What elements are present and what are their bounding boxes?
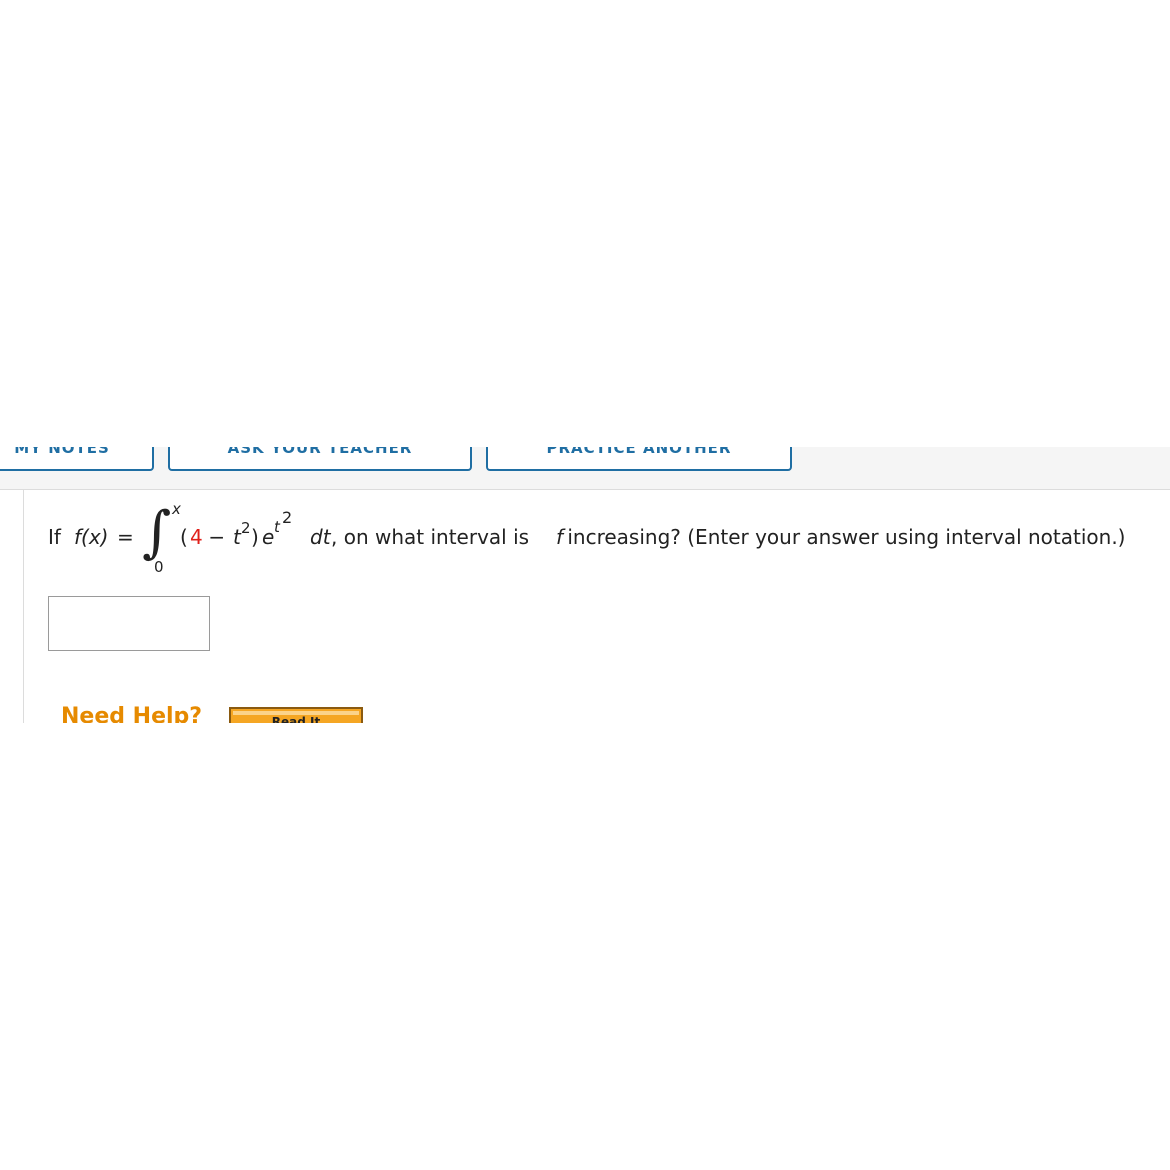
variable-t: t bbox=[233, 525, 241, 549]
my-notes-button[interactable]: MY NOTES bbox=[0, 447, 154, 471]
exponential-e: e bbox=[262, 525, 275, 549]
integral-lower-limit: 0 bbox=[154, 558, 164, 576]
practice-another-button[interactable]: PRACTICE ANOTHER bbox=[486, 447, 792, 471]
cropped-screenshot-region: MY NOTES ASK YOUR TEACHER PRACTICE ANOTH… bbox=[0, 447, 1170, 723]
differential-dt: dt bbox=[310, 525, 331, 549]
ask-your-teacher-button[interactable]: ASK YOUR TEACHER bbox=[168, 447, 472, 471]
exponent-base-t: t bbox=[274, 518, 280, 536]
close-paren: ) bbox=[251, 525, 259, 549]
read-it-button[interactable]: Read It bbox=[229, 707, 363, 723]
integral-upper-limit: x bbox=[172, 500, 181, 518]
equals-sign: = bbox=[117, 525, 134, 549]
question-text-rest: increasing? (Enter your answer using int… bbox=[561, 525, 1126, 549]
need-help-label: Need Help? bbox=[61, 704, 203, 723]
answer-input[interactable] bbox=[48, 596, 210, 651]
t-exponent: 2 bbox=[241, 519, 251, 537]
red-constant-term: 4 bbox=[190, 525, 203, 549]
function-name: f(x) bbox=[74, 525, 109, 549]
exponent-power: 2 bbox=[282, 508, 293, 527]
question-prefix: If bbox=[48, 525, 61, 549]
question-content: If f(x) = ∫ x 0 ( 4 − t 2 ) e t 2 dt , o… bbox=[23, 490, 1170, 723]
integral-sign: ∫ bbox=[142, 500, 172, 565]
open-paren: ( bbox=[180, 525, 188, 549]
question-toolbar: MY NOTES ASK YOUR TEACHER PRACTICE ANOTH… bbox=[0, 447, 1170, 490]
question-statement: If f(x) = ∫ x 0 ( 4 − t 2 ) e t 2 dt , o… bbox=[48, 500, 1170, 580]
minus-sign: − bbox=[202, 525, 232, 549]
question-text: , on what interval is bbox=[331, 525, 536, 549]
